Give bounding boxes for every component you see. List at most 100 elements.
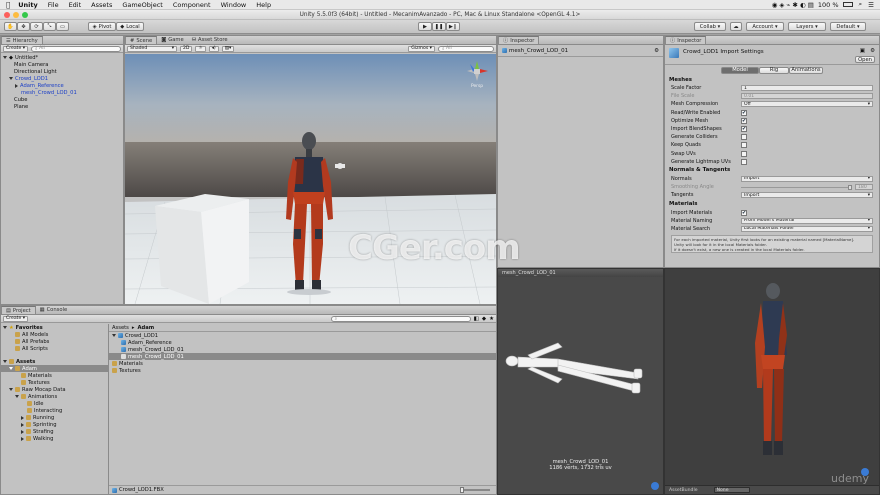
move-tool-button[interactable]: ✥ [17,22,30,31]
folder-walking[interactable]: Walking [1,435,108,442]
menu-file[interactable]: File [48,1,59,9]
tab-rig[interactable]: Rig [759,66,789,74]
lighting-toggle-icon[interactable]: ☼ [195,45,206,52]
file-mesh-crowd-lod-01-selected[interactable]: mesh_Crowd_LOD_01 [109,353,496,360]
keep-quads-checkbox[interactable] [741,142,747,149]
folder-textures[interactable]: Textures [1,379,108,386]
cloud-icon[interactable]: ☁ [730,22,742,31]
play-button[interactable]: ▶ [418,22,432,31]
file-materials[interactable]: Materials [109,360,496,367]
folder-strafing[interactable]: Strafing [1,428,108,435]
mesh-compression-dropdown[interactable]: Off ▾ [741,101,873,108]
favorite-all-scripts[interactable]: All Scripts [1,345,108,352]
preview-left-mesh[interactable] [498,281,663,431]
favorite-star-icon[interactable]: ★ [489,316,494,322]
menu-window[interactable]: Window [221,1,247,9]
scale-factor-input[interactable]: 1 [741,85,873,92]
collab-button[interactable]: Collab ▾ [694,22,726,31]
layers-dropdown[interactable]: Layers ▾ [788,22,826,31]
favorites-header[interactable]: ★ Favorites [1,324,108,331]
filter-type-icon[interactable]: ◧ [474,316,479,322]
material-search-dropdown[interactable]: Local Materials Folder ▾ [741,225,873,232]
apple-icon[interactable]:  [6,1,10,9]
lightmap-uvs-checkbox[interactable] [741,158,747,165]
local-toggle[interactable]: ◆ Local [116,22,144,31]
tab-project[interactable]: ▤ Project [1,306,36,314]
scene-search-input[interactable]: ⌕ All [438,45,494,52]
import-materials-checkbox[interactable]: ✔ [741,209,747,216]
folder-interacting[interactable]: Interacting [1,407,108,414]
scale-tool-button[interactable]: ⤡ [43,22,56,31]
normals-dropdown[interactable]: Import ▾ [741,175,873,182]
layout-dropdown[interactable]: Default ▾ [830,22,866,31]
inspector-left-settings-icon[interactable]: ⚙ [654,48,659,54]
folder-running[interactable]: Running [1,414,108,421]
tab-scene[interactable]: # Scene [125,36,158,44]
folder-animations[interactable]: Animations [1,393,108,400]
shading-mode-dropdown[interactable]: Shaded ▾ [127,45,177,52]
hierarchy-item-crowd-lod1[interactable]: Crowd_LOD1 [1,75,123,82]
project-search-input[interactable]: ⌕ [330,315,471,322]
hierarchy-create-button[interactable]: Create ▾ [3,45,29,52]
icon-size-slider[interactable] [460,487,490,493]
tab-inspector-right[interactable]: ⓘ Inspector [665,36,707,44]
optimize-mesh-checkbox[interactable]: ✔ [741,117,747,124]
minimize-window-icon[interactable] [13,12,19,18]
menu-gameobject[interactable]: GameObject [122,1,163,9]
maximize-window-icon[interactable] [22,12,28,18]
hierarchy-item-mesh[interactable]: mesh_Crowd_LOD_01 [1,89,123,96]
menu-component[interactable]: Component [173,1,211,9]
menu-help[interactable]: Help [256,1,271,9]
assetbundle-dropdown[interactable]: None [713,487,750,493]
hierarchy-search-input[interactable]: ⌕ All [31,45,121,52]
menu-app[interactable]: Unity [18,1,37,9]
tangents-dropdown[interactable]: Import ▾ [741,192,873,199]
folder-sprinting[interactable]: Sprinting [1,421,108,428]
folder-idle[interactable]: Idle [1,400,108,407]
search-icon[interactable]: ⌕ [859,0,863,9]
hierarchy-item-directional-light[interactable]: Directional Light [1,68,123,75]
list-icon[interactable]: ☰ [868,1,874,9]
preview-left-play-icon[interactable] [651,482,659,490]
file-textures[interactable]: Textures [109,367,496,374]
file-adam-reference[interactable]: Adam_Reference [109,339,496,346]
pause-button[interactable]: ❚❚ [432,22,446,31]
tab-game[interactable]: ◙ Game [157,36,188,44]
favorite-all-prefabs[interactable]: All Prefabs [1,338,108,345]
inspector-right-help-icon[interactable]: ▣ [860,48,865,54]
hierarchy-scene[interactable]: ◆ Untitled* [1,54,123,61]
folder-materials[interactable]: Materials [1,372,108,379]
audio-toggle-icon[interactable]: ◂) [208,45,219,52]
gizmos-dropdown[interactable]: Gizmos ▾ [408,45,435,52]
preview-right-mesh[interactable] [665,273,879,473]
open-button[interactable]: Open [855,56,875,63]
orientation-gizmo[interactable]: Persp [464,60,490,89]
breadcrumb-assets[interactable]: Assets [112,325,129,331]
project-create-button[interactable]: Create ▾ [3,315,29,322]
favorite-all-models[interactable]: All Models [1,331,108,338]
menu-edit[interactable]: Edit [69,1,82,9]
tab-asset-store[interactable]: ⛁ Asset Store [188,36,232,44]
hierarchy-item-plane[interactable]: Plane [1,103,123,110]
folder-adam[interactable]: Adam [1,365,108,372]
effects-toggle-icon[interactable]: ▨▾ [221,45,235,52]
folder-raw-mocap[interactable]: Raw Mocap Data [1,386,108,393]
filter-label-icon[interactable]: ◆ [482,316,486,322]
hierarchy-item-cube[interactable]: Cube [1,96,123,103]
close-window-icon[interactable] [4,12,10,18]
breadcrumb-adam[interactable]: Adam [138,325,155,331]
menu-assets[interactable]: Assets [91,1,112,9]
file-mesh-crowd-lod-01[interactable]: mesh_Crowd_LOD_01 [109,346,496,353]
assets-header[interactable]: Assets [1,358,108,365]
rotate-tool-button[interactable]: ⟳ [30,22,43,31]
tab-model[interactable]: Model [721,66,759,74]
file-crowd-lod1[interactable]: Crowd_LOD1 [109,332,496,339]
tab-hierarchy[interactable]: ☰ Hierarchy [1,36,43,44]
smoothing-angle-slider[interactable] [741,184,852,190]
tab-console[interactable]: ▦ Console [36,306,72,314]
tab-animations[interactable]: Animations [789,66,823,74]
import-blendshapes-checkbox[interactable]: ✔ [741,126,747,133]
hierarchy-item-main-camera[interactable]: Main Camera [1,61,123,68]
2d-toggle[interactable]: 2D [180,45,193,52]
step-button[interactable]: ▶❙ [446,22,460,31]
